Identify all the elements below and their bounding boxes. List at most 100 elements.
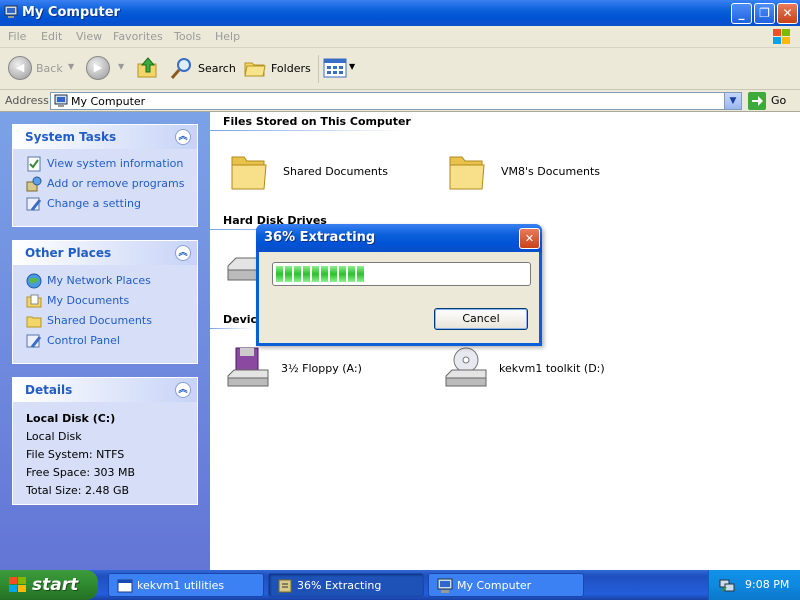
details-header[interactable]: Details ︽: [13, 378, 197, 402]
folders-button[interactable]: Folders: [243, 56, 311, 82]
details-file-system: File System: NTFS: [26, 448, 125, 461]
window-titlebar[interactable]: My Computer _ ❐ ✕: [0, 0, 800, 26]
views-dropdown-icon[interactable]: ▼: [349, 62, 355, 71]
go-arrow-icon: [748, 92, 766, 110]
my-network-places-link[interactable]: My Network Places: [13, 271, 197, 291]
clock[interactable]: 9:08 PM: [745, 570, 789, 600]
cancel-button[interactable]: Cancel: [434, 308, 528, 330]
window-icon: [117, 579, 133, 593]
my-computer-icon: [437, 578, 453, 593]
link-label: View system information: [47, 157, 184, 170]
my-documents-icon: [26, 294, 42, 308]
collapse-chevron-icon[interactable]: ︽: [175, 129, 191, 145]
address-bar: Address My Computer ▼ Go: [0, 90, 800, 112]
other-places-header[interactable]: Other Places ︽: [13, 241, 197, 265]
address-dropdown-button[interactable]: ▼: [724, 93, 741, 109]
details-free-space: Free Space: 303 MB: [26, 466, 136, 479]
floppy-a-drive[interactable]: 3½ Floppy (A:): [226, 346, 426, 392]
change-a-setting-link[interactable]: Change a setting: [13, 194, 197, 214]
shared-documents-folder[interactable]: Shared Documents: [228, 149, 428, 195]
go-label: Go: [771, 94, 787, 107]
forward-button[interactable]: ▶ ▼: [86, 56, 130, 82]
system-tray: 9:08 PM: [708, 570, 800, 600]
dialog-close-button[interactable]: ✕: [519, 228, 540, 249]
collapse-chevron-icon[interactable]: ︽: [175, 382, 191, 398]
control-panel-icon: [26, 334, 42, 348]
system-info-icon: [27, 156, 41, 172]
network-tray-icon[interactable]: [719, 577, 735, 593]
view-system-information-link[interactable]: View system information: [13, 154, 197, 174]
windows-logo-icon: [9, 577, 26, 592]
address-label: Address: [5, 94, 49, 107]
views-button[interactable]: ▼: [323, 56, 357, 82]
details-name: Local Disk (C:): [26, 412, 116, 425]
network-globe-icon: [26, 273, 42, 289]
item-label: kekvm1 toolkit (D:): [499, 362, 605, 375]
progress-block: [339, 266, 346, 282]
toolbar: ◀ Back ▼ ▶ ▼ Search Folders ▼: [0, 48, 800, 90]
details-type: Local Disk: [26, 430, 82, 443]
up-folder-button[interactable]: [136, 56, 160, 82]
progress-block: [321, 266, 328, 282]
search-button[interactable]: Search: [170, 56, 236, 82]
search-label: Search: [198, 62, 236, 75]
taskbar: start kekvm1 utilities 36% Extracting My…: [0, 570, 800, 600]
system-tasks-title: System Tasks: [25, 130, 117, 144]
item-label: Shared Documents: [283, 165, 388, 178]
menu-help[interactable]: Help: [215, 30, 240, 43]
group-divider: [210, 130, 490, 131]
menu-view[interactable]: View: [76, 30, 102, 43]
details-panel: Details ︽ Local Disk (C:) Local Disk Fil…: [12, 377, 198, 505]
maximize-button[interactable]: ❐: [754, 3, 775, 24]
user-documents-folder[interactable]: VM8's Documents: [446, 149, 646, 195]
extracting-dialog: 36% Extracting ✕ Cancel: [256, 224, 542, 346]
files-group-header: Files Stored on This Computer: [223, 115, 411, 128]
start-label: start: [32, 575, 79, 595]
back-dropdown-icon[interactable]: ▼: [68, 62, 74, 71]
add-remove-programs-icon: [26, 176, 42, 192]
search-icon: [170, 58, 191, 79]
address-field[interactable]: My Computer ▼: [50, 92, 742, 110]
system-tasks-panel: System Tasks ︽ View system information A…: [12, 124, 198, 227]
folders-icon: [244, 62, 266, 77]
my-computer-icon: [54, 94, 68, 107]
collapse-chevron-icon[interactable]: ︽: [175, 245, 191, 261]
cd-drive-icon: [445, 347, 487, 387]
shared-documents-link[interactable]: Shared Documents: [13, 311, 197, 331]
progress-block: [303, 266, 310, 282]
system-tasks-header[interactable]: System Tasks ︽: [13, 125, 197, 149]
cd-d-drive[interactable]: kekvm1 toolkit (D:): [444, 346, 644, 392]
task-kekvm1-utilities[interactable]: kekvm1 utilities: [108, 573, 264, 597]
minimize-button[interactable]: _: [731, 3, 752, 24]
details-title: Details: [25, 383, 73, 397]
back-arrow-icon: ◀: [8, 56, 32, 80]
control-panel-link[interactable]: Control Panel: [13, 331, 197, 351]
forward-dropdown-icon[interactable]: ▼: [118, 62, 124, 71]
windows-logo-icon: [773, 29, 790, 44]
forward-arrow-icon: ▶: [86, 56, 110, 80]
other-places-panel: Other Places ︽ My Network Places My Docu…: [12, 240, 198, 364]
link-label: Control Panel: [47, 334, 120, 347]
dialog-title[interactable]: 36% Extracting: [256, 224, 542, 252]
item-label: VM8's Documents: [501, 165, 600, 178]
address-value: My Computer: [71, 95, 146, 108]
menu-edit[interactable]: Edit: [41, 30, 62, 43]
add-remove-programs-link[interactable]: Add or remove programs: [13, 174, 197, 194]
task-extracting[interactable]: 36% Extracting: [268, 573, 424, 597]
menu-favorites[interactable]: Favorites: [113, 30, 163, 43]
menu-file[interactable]: File: [8, 30, 26, 43]
menu-tools[interactable]: Tools: [174, 30, 201, 43]
go-button[interactable]: Go: [748, 92, 798, 110]
close-button[interactable]: ✕: [777, 3, 798, 24]
start-button[interactable]: start: [0, 570, 98, 600]
folder-icon: [231, 156, 267, 190]
back-button[interactable]: ◀ Back ▼: [8, 56, 78, 82]
floppy-drive-icon: [227, 347, 269, 387]
item-label: 3½ Floppy (A:): [281, 362, 362, 375]
menu-bar: File Edit View Favorites Tools Help: [0, 26, 800, 48]
progress-block: [348, 266, 355, 282]
my-documents-link[interactable]: My Documents: [13, 291, 197, 311]
link-label: Change a setting: [47, 197, 141, 210]
task-pane: System Tasks ︽ View system information A…: [0, 112, 210, 570]
task-my-computer[interactable]: My Computer: [428, 573, 584, 597]
